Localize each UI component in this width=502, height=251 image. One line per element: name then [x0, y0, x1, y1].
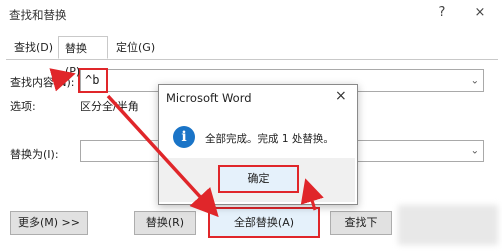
annotation-arrows: [49, 68, 324, 218]
arrow-to-ok: [300, 178, 324, 211]
arrow-to-find: [49, 68, 76, 92]
arrow-to-replace-all: [106, 94, 219, 218]
